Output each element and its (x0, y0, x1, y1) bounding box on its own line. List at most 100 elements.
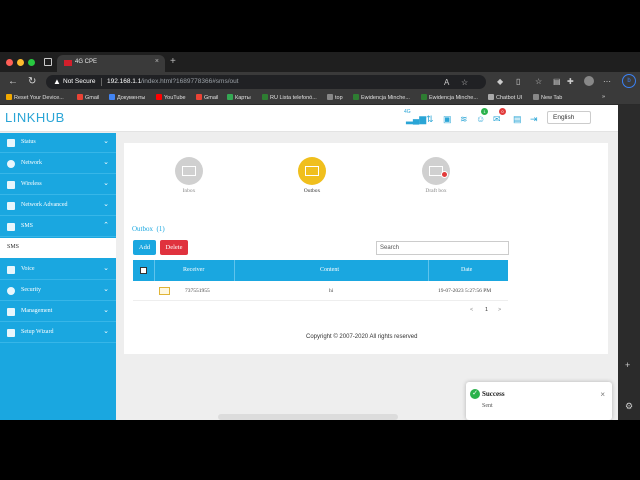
bookmark-star-icon[interactable]: ☆ (461, 78, 468, 87)
bookmark-item[interactable]: Карты (227, 94, 251, 101)
bookmark-item[interactable]: RU Lista telefonó... (262, 94, 317, 101)
inbox-circle (175, 157, 203, 185)
settings-gear-icon[interactable]: ⚙ (625, 401, 633, 412)
table-row[interactable]: 737551955 hi 19-07-2023 5:27:56 PM (133, 281, 508, 301)
draft-circle (422, 157, 450, 185)
add-sidebar-icon[interactable]: + (625, 360, 630, 370)
profile-avatar[interactable] (584, 76, 594, 86)
bookmark-item[interactable]: top (327, 94, 343, 101)
bookmark-favicon-icon (353, 94, 359, 100)
bookmark-favicon-icon (262, 94, 268, 100)
omnibox[interactable]: ▲ Not Secure 192.168.1.1 /index.html?168… (46, 75, 486, 89)
connected-users-icon[interactable]: ☺ (476, 114, 485, 124)
column-header-content[interactable]: Content (320, 267, 339, 273)
browser-tab-strip: 4G CPE × + (0, 52, 640, 72)
sidebar-subitem-sms[interactable]: SMS (0, 238, 116, 258)
sidebar-item-wireless[interactable]: Wireless ⌄ (0, 175, 116, 195)
bookmark-item[interactable]: Chatbot UI (488, 94, 522, 101)
bookmark-label: New Tab (541, 95, 563, 101)
bookmark-favicon-icon (77, 94, 83, 100)
translate-icon[interactable]: A (444, 78, 449, 87)
close-tab-icon[interactable]: × (155, 58, 159, 65)
sidebar-item-sms[interactable]: SMS ⌃ (0, 217, 116, 237)
minimize-window-button[interactable] (17, 59, 24, 66)
close-toast-icon[interactable]: × (600, 390, 605, 399)
outbox-label: Outbox (303, 188, 321, 194)
bookmark-item[interactable]: Reset Your Device... (6, 94, 64, 101)
phone-icon (7, 266, 15, 274)
copilot-icon[interactable]: b (622, 74, 636, 88)
chevron-down-icon: ⌄ (103, 328, 109, 335)
bookmark-item[interactable]: Gmail (77, 94, 99, 101)
warning-icon: ▲ (53, 77, 61, 86)
bookmark-favicon-icon (6, 94, 12, 100)
column-header-date[interactable]: Date (461, 267, 472, 273)
bookmark-item[interactable]: YouTube (156, 94, 186, 101)
next-page-button[interactable]: > (498, 307, 501, 313)
page-number[interactable]: 1 (485, 307, 488, 313)
sidebar-item-network-advanced[interactable]: Network Advanced ⌄ (0, 196, 116, 216)
sidebar-item-setup-wizard[interactable]: Setup Wizard ⌄ (0, 323, 116, 343)
wifi-icon[interactable]: ≋ (460, 114, 468, 125)
draft-box-label: Draft box (425, 188, 447, 194)
sidebar-item-security[interactable]: Security ⌄ (0, 281, 116, 301)
sidebar-item-voice[interactable]: Voice ⌄ (0, 260, 116, 280)
security-status[interactable]: Not Secure (63, 78, 96, 85)
screen: 4G CPE × + ← ↻ ▲ Not Secure 192.168.1.1 … (0, 52, 640, 420)
bookmark-label: Reset Your Device... (14, 95, 64, 101)
envelope-icon (305, 166, 319, 176)
messages-icon[interactable]: ✉ (493, 114, 501, 125)
bookmark-item[interactable]: Ewidencja Minche... (421, 94, 478, 101)
chevron-down-icon: ⌄ (103, 159, 109, 166)
bookmark-label: Документы (117, 95, 146, 101)
previous-page-button[interactable]: < (470, 307, 473, 313)
menu-icon[interactable]: ⋯ (603, 77, 611, 86)
lock-icon[interactable]: ▤ (513, 114, 522, 125)
bookmark-label: YouTube (164, 95, 186, 101)
bookmark-favicon-icon (421, 94, 427, 100)
sidebar-item-network[interactable]: Network ⌄ (0, 154, 116, 174)
logout-icon[interactable]: ⇥ (530, 114, 538, 125)
search-input[interactable]: Search (376, 241, 509, 255)
back-icon[interactable]: ← (8, 76, 18, 87)
sidebar-item-label: SMS (21, 223, 34, 229)
language-select[interactable]: English (547, 111, 591, 124)
zoom-window-button[interactable] (28, 59, 35, 66)
extension-shield-icon[interactable]: ◆ (497, 77, 503, 86)
column-header-receiver[interactable]: Receiver (183, 267, 204, 273)
split-screen-icon[interactable]: ▯ (516, 77, 520, 86)
add-button[interactable]: Add (133, 240, 156, 255)
signal-strength-icon: ▂▄▆ (406, 114, 427, 124)
router-admin-page: LINKHUB 4G ▂▄▆ ⇅ ▣ ≋ ☺ 1 ✉ 0 ▤ ⇥ English… (0, 105, 618, 420)
browser-tab[interactable]: 4G CPE × (57, 55, 165, 72)
inbox-label: Inbox (182, 188, 196, 194)
draft-box-button[interactable]: Draft box (406, 157, 466, 194)
favorites-icon[interactable]: ☆ (535, 77, 542, 86)
new-tab-button[interactable]: + (170, 56, 176, 67)
bookmark-favicon-icon (196, 94, 202, 100)
sms-envelope-icon (7, 223, 15, 231)
extensions-icon[interactable]: ✚ (567, 77, 574, 86)
bookmarks-bar: Reset Your Device... Gmail Документы You… (0, 92, 640, 105)
sidebar-item-status[interactable]: Status ⌄ (0, 133, 116, 153)
outbox-button[interactable]: Outbox (282, 157, 342, 194)
column-divider (234, 260, 235, 281)
bookmark-item[interactable]: Документы (109, 94, 145, 101)
bookmark-item[interactable]: Gmail (196, 94, 218, 101)
horizontal-scrollbar[interactable] (218, 414, 398, 420)
status-icon (7, 139, 15, 147)
select-all-checkbox[interactable] (140, 267, 147, 274)
sidebar-item-management[interactable]: Management ⌄ (0, 302, 116, 322)
bookmarks-overflow-icon[interactable]: » (602, 94, 605, 100)
settings-icon (7, 202, 15, 210)
inbox-button[interactable]: Inbox (159, 157, 219, 194)
copyright-footer: Copyright © 2007-2020 All rights reserve… (306, 334, 418, 340)
close-window-button[interactable] (6, 59, 13, 66)
collections-icon[interactable]: ▤ (553, 77, 561, 86)
bookmark-item[interactable]: Ewidencja Minche... (353, 94, 410, 101)
tab-overview-icon[interactable] (44, 58, 52, 66)
reload-icon[interactable]: ↻ (28, 76, 36, 87)
bookmark-item[interactable]: New Tab (533, 94, 562, 101)
sim-card-icon: ▣ (443, 114, 452, 124)
delete-button[interactable]: Delete (160, 240, 188, 255)
